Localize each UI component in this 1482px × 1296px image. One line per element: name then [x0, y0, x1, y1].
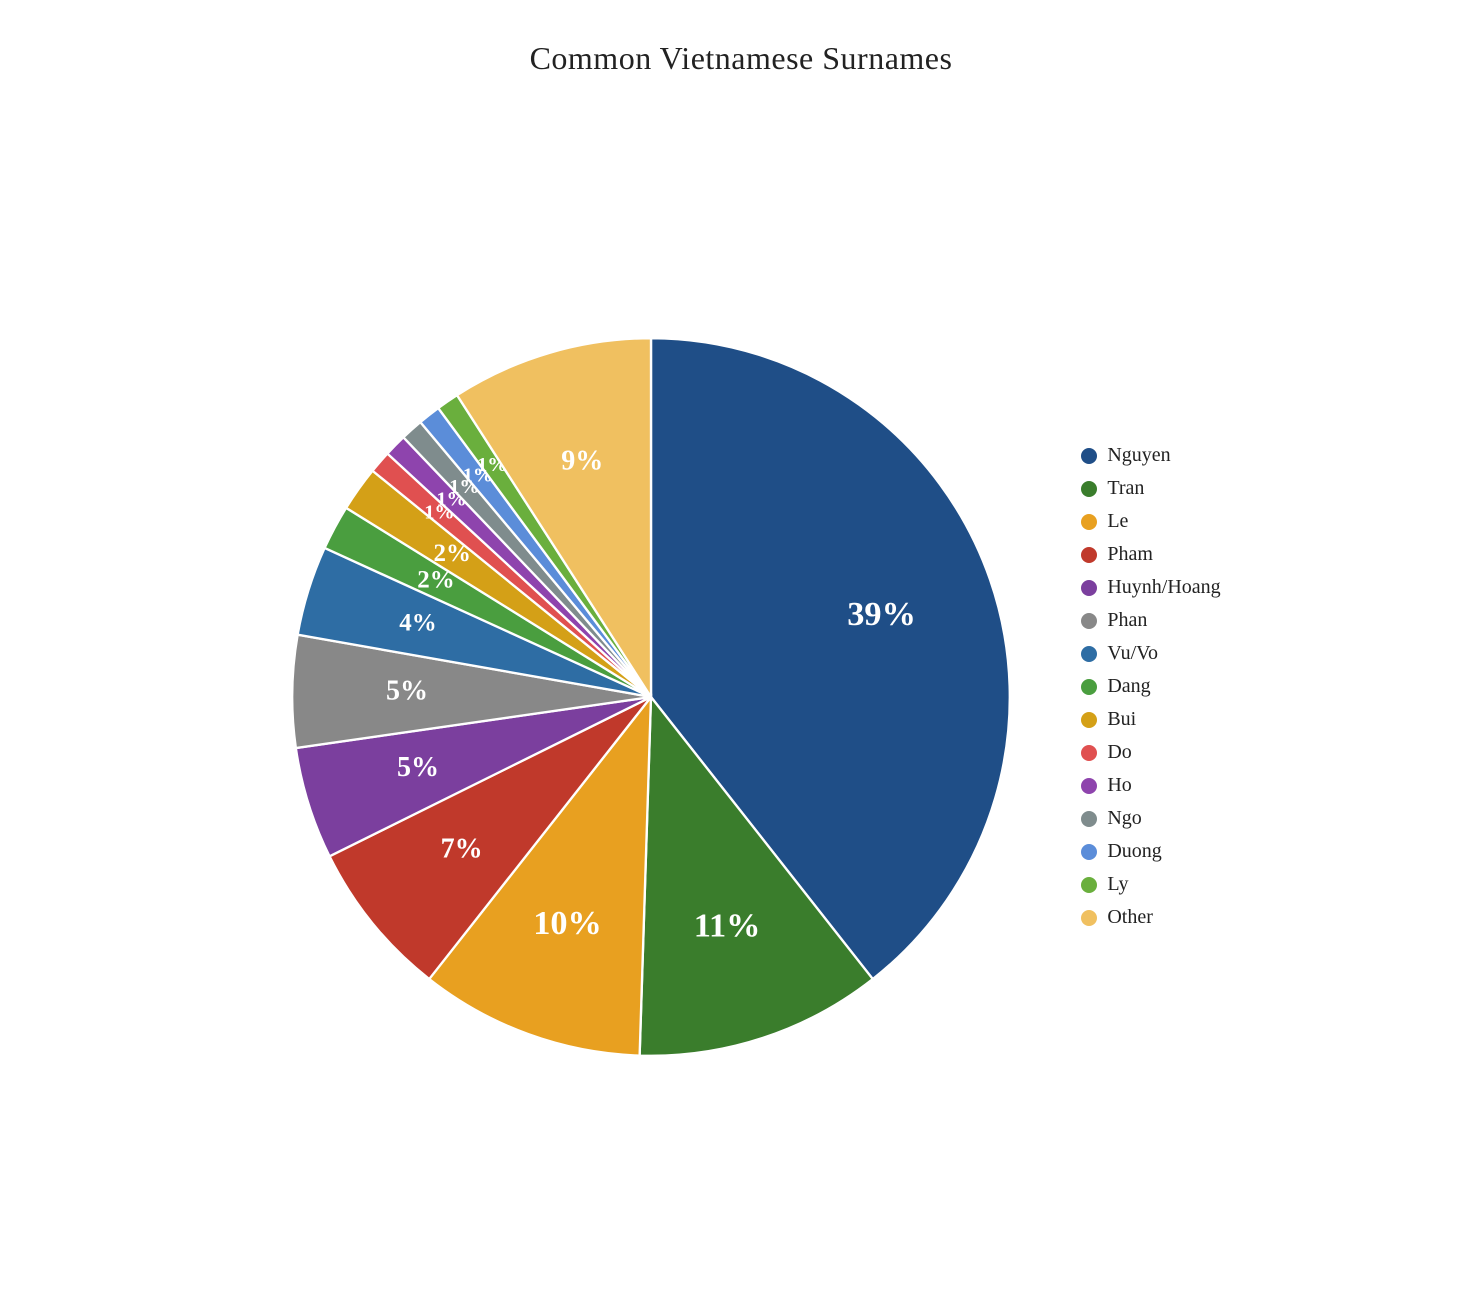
pie-label-tran: 11%: [694, 906, 761, 944]
legend-label: Nguyen: [1107, 444, 1170, 467]
legend-dot: [1081, 613, 1097, 629]
legend-label: Other: [1107, 906, 1153, 929]
legend-label: Ho: [1107, 774, 1131, 797]
pie-label-huynh-hoang: 5%: [397, 751, 439, 782]
legend-dot: [1081, 481, 1097, 497]
legend-item: Nguyen: [1081, 444, 1220, 467]
pie-label-vu-vo: 4%: [400, 609, 437, 636]
legend-item: Ly: [1081, 873, 1220, 896]
legend-item: Tran: [1081, 477, 1220, 500]
legend-label: Ngo: [1107, 807, 1141, 830]
legend-dot: [1081, 580, 1097, 596]
legend-item: Phan: [1081, 609, 1220, 632]
legend-label: Phan: [1107, 609, 1147, 632]
legend-label: Vu/Vo: [1107, 642, 1158, 665]
legend-label: Bui: [1107, 708, 1136, 731]
legend-label: Le: [1107, 510, 1128, 533]
pie-label-other: 9%: [562, 445, 604, 476]
legend-label: Do: [1107, 741, 1131, 764]
legend-dot: [1081, 646, 1097, 662]
legend-dot: [1081, 877, 1097, 893]
legend-item: Ngo: [1081, 807, 1220, 830]
legend-item: Ho: [1081, 774, 1220, 797]
legend-label: Pham: [1107, 543, 1153, 566]
pie-chart: 39%11%10%7%5%5%4%2%2%1%1%1%1%1%9%: [261, 307, 1041, 1087]
chart-body: 39%11%10%7%5%5%4%2%2%1%1%1%1%1%9% Nguyen…: [0, 97, 1482, 1296]
legend-dot: [1081, 712, 1097, 728]
pie-label-phan: 5%: [386, 675, 428, 706]
legend-dot: [1081, 844, 1097, 860]
legend-item: Bui: [1081, 708, 1220, 731]
legend-item: Pham: [1081, 543, 1220, 566]
legend-item: Dang: [1081, 675, 1220, 698]
legend-item: Le: [1081, 510, 1220, 533]
legend: Nguyen Tran Le Pham Huynh/Hoang Phan Vu/…: [1081, 444, 1220, 929]
legend-item: Do: [1081, 741, 1220, 764]
pie-label-le: 10%: [534, 904, 603, 942]
legend-dot: [1081, 745, 1097, 761]
legend-label: Ly: [1107, 873, 1128, 896]
legend-label: Duong: [1107, 840, 1161, 863]
chart-container: Common Vietnamese Surnames 39% 11% 10% 7% 5%…: [0, 0, 1482, 1296]
legend-dot: [1081, 778, 1097, 794]
legend-label: Huynh/Hoang: [1107, 576, 1220, 599]
legend-item: Vu/Vo: [1081, 642, 1220, 665]
legend-label: Tran: [1107, 477, 1144, 500]
chart-title: Common Vietnamese Surnames: [530, 40, 953, 77]
legend-item: Other: [1081, 906, 1220, 929]
legend-dot: [1081, 910, 1097, 926]
pie-label-pham: 7%: [441, 833, 483, 864]
pie-label-nguyen: 39%: [848, 595, 917, 633]
legend-dot: [1081, 448, 1097, 464]
legend-item: Duong: [1081, 840, 1220, 863]
legend-dot: [1081, 547, 1097, 563]
legend-label: Dang: [1107, 675, 1150, 698]
legend-item: Huynh/Hoang: [1081, 576, 1220, 599]
legend-dot: [1081, 679, 1097, 695]
legend-dot: [1081, 811, 1097, 827]
legend-dot: [1081, 514, 1097, 530]
